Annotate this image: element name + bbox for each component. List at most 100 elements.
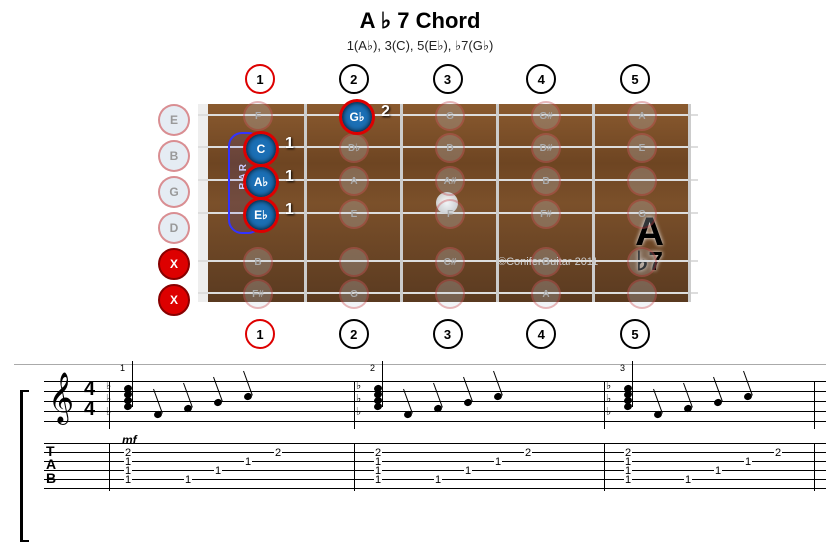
tab-number: 1 — [214, 465, 222, 477]
fret-inlay — [436, 192, 458, 214]
ghost-note: D — [435, 133, 465, 163]
standard-staff: 𝄞 4 4 mf 1♭♭♭2♭♭♭3♭♭♭ — [44, 381, 826, 429]
tab-number: 1 — [244, 456, 252, 468]
chord-root: A — [635, 214, 664, 250]
barline — [604, 381, 605, 429]
tab-number: 1 — [434, 474, 442, 486]
ghost-note: A — [627, 101, 657, 131]
fret-number: 5 — [620, 319, 650, 349]
fretted-note: E♭ — [243, 197, 279, 233]
barline — [814, 381, 815, 429]
ghost-note: D♭ — [339, 133, 369, 163]
ghost-note — [435, 279, 465, 309]
accidental-flat: ♭♭♭ — [106, 379, 111, 418]
chord-formula: 1(A♭), 3(C), 5(E♭), ♭7(G♭) — [0, 38, 840, 54]
note — [213, 398, 223, 407]
fretted-note: C — [243, 131, 279, 167]
tab-number: 1 — [714, 465, 722, 477]
finger-number: 1 — [285, 201, 294, 219]
fret-numbers-top: 12345 — [245, 64, 650, 94]
staff-line — [44, 421, 826, 422]
ghost-note — [627, 166, 657, 196]
finger-number: 1 — [285, 135, 294, 153]
tab-number: 1 — [184, 474, 192, 486]
fretted-note: A♭ — [243, 164, 279, 200]
note — [653, 410, 663, 419]
ghost-note: E — [339, 199, 369, 229]
finger-number: 1 — [285, 168, 294, 186]
timesig-numerator: 4 — [84, 379, 95, 399]
ghost-note: E — [627, 133, 657, 163]
chord-notes: ♭♭♭ — [124, 385, 132, 409]
tab-number: 1 — [494, 456, 502, 468]
note — [463, 398, 473, 407]
finger-number: 2 — [381, 103, 390, 121]
ghost-note: B — [531, 166, 561, 196]
chord-name-large: A ♭7 — [635, 214, 664, 273]
tab-line — [44, 470, 826, 471]
accidental-flat: ♭♭♭ — [606, 379, 611, 418]
ghost-note: F# — [531, 199, 561, 229]
string-line — [198, 114, 698, 116]
tab-line — [44, 488, 826, 489]
fret-number: 5 — [620, 64, 650, 94]
note — [743, 392, 753, 401]
fret-wire — [304, 104, 307, 302]
tab-number: 1 — [374, 474, 382, 486]
fretboard-diagram: 12345 EBGDXX ©ConiferGuitar 2011 A ♭7 FG… — [70, 64, 770, 344]
string-line — [198, 292, 698, 294]
ghost-note: F# — [243, 279, 273, 309]
ghost-note: D# — [531, 133, 561, 163]
chord-notes: ♭♭♭ — [624, 385, 632, 409]
tab-number: 1 — [124, 474, 132, 486]
tab-staff: TAB 221111112211111122111111 — [44, 443, 826, 491]
open-string-column: EBGDXX — [158, 104, 190, 316]
ghost-note — [339, 247, 369, 277]
tab-number: 1 — [624, 474, 632, 486]
note — [713, 398, 723, 407]
fret-wire — [688, 104, 691, 302]
tab-line — [44, 461, 826, 462]
fret-number: 4 — [526, 319, 556, 349]
fret-number: 1 — [245, 64, 275, 94]
ghost-note: G — [435, 101, 465, 131]
fingering-number: 1 — [120, 363, 125, 373]
fret-number: 3 — [433, 319, 463, 349]
muted-string-marker: X — [158, 284, 190, 316]
barline — [354, 443, 355, 491]
tab-number: 1 — [744, 456, 752, 468]
chord-title: A ♭ 7 Chord — [0, 8, 840, 34]
fret-numbers-bottom: 1 2 3 4 5 — [245, 319, 650, 349]
staff-line — [44, 401, 826, 402]
tab-number: 1 — [684, 474, 692, 486]
fingering-number: 2 — [370, 363, 375, 373]
note — [403, 410, 413, 419]
ghost-note — [627, 279, 657, 309]
open-string-marker: D — [158, 212, 190, 244]
open-string-marker: B — [158, 140, 190, 172]
barline — [109, 443, 110, 491]
fretboard: ©ConiferGuitar 2011 A ♭7 FGG#AD♭DD#EAA#B… — [198, 104, 688, 302]
ghost-note: G — [339, 279, 369, 309]
tab-line — [44, 452, 826, 453]
tab-number: 2 — [524, 447, 532, 459]
staff-line — [44, 381, 826, 382]
chord-notes: ♭♭♭ — [374, 385, 382, 409]
fret-number: 1 — [245, 319, 275, 349]
open-string-marker: E — [158, 104, 190, 136]
barline — [604, 443, 605, 491]
note — [243, 392, 253, 401]
string-line — [198, 260, 698, 262]
ghost-note: G# — [531, 101, 561, 131]
timesig-denominator: 4 — [84, 399, 95, 419]
open-string-marker: G — [158, 176, 190, 208]
fret-number: 3 — [433, 64, 463, 94]
muted-string-marker: X — [158, 248, 190, 280]
fret-number: 2 — [339, 319, 369, 349]
fingering-number: 3 — [620, 363, 625, 373]
fret-wire — [496, 104, 499, 302]
tab-number: 1 — [464, 465, 472, 477]
tab-number: 2 — [274, 447, 282, 459]
tab-line — [44, 443, 826, 444]
fret-number: 2 — [339, 64, 369, 94]
